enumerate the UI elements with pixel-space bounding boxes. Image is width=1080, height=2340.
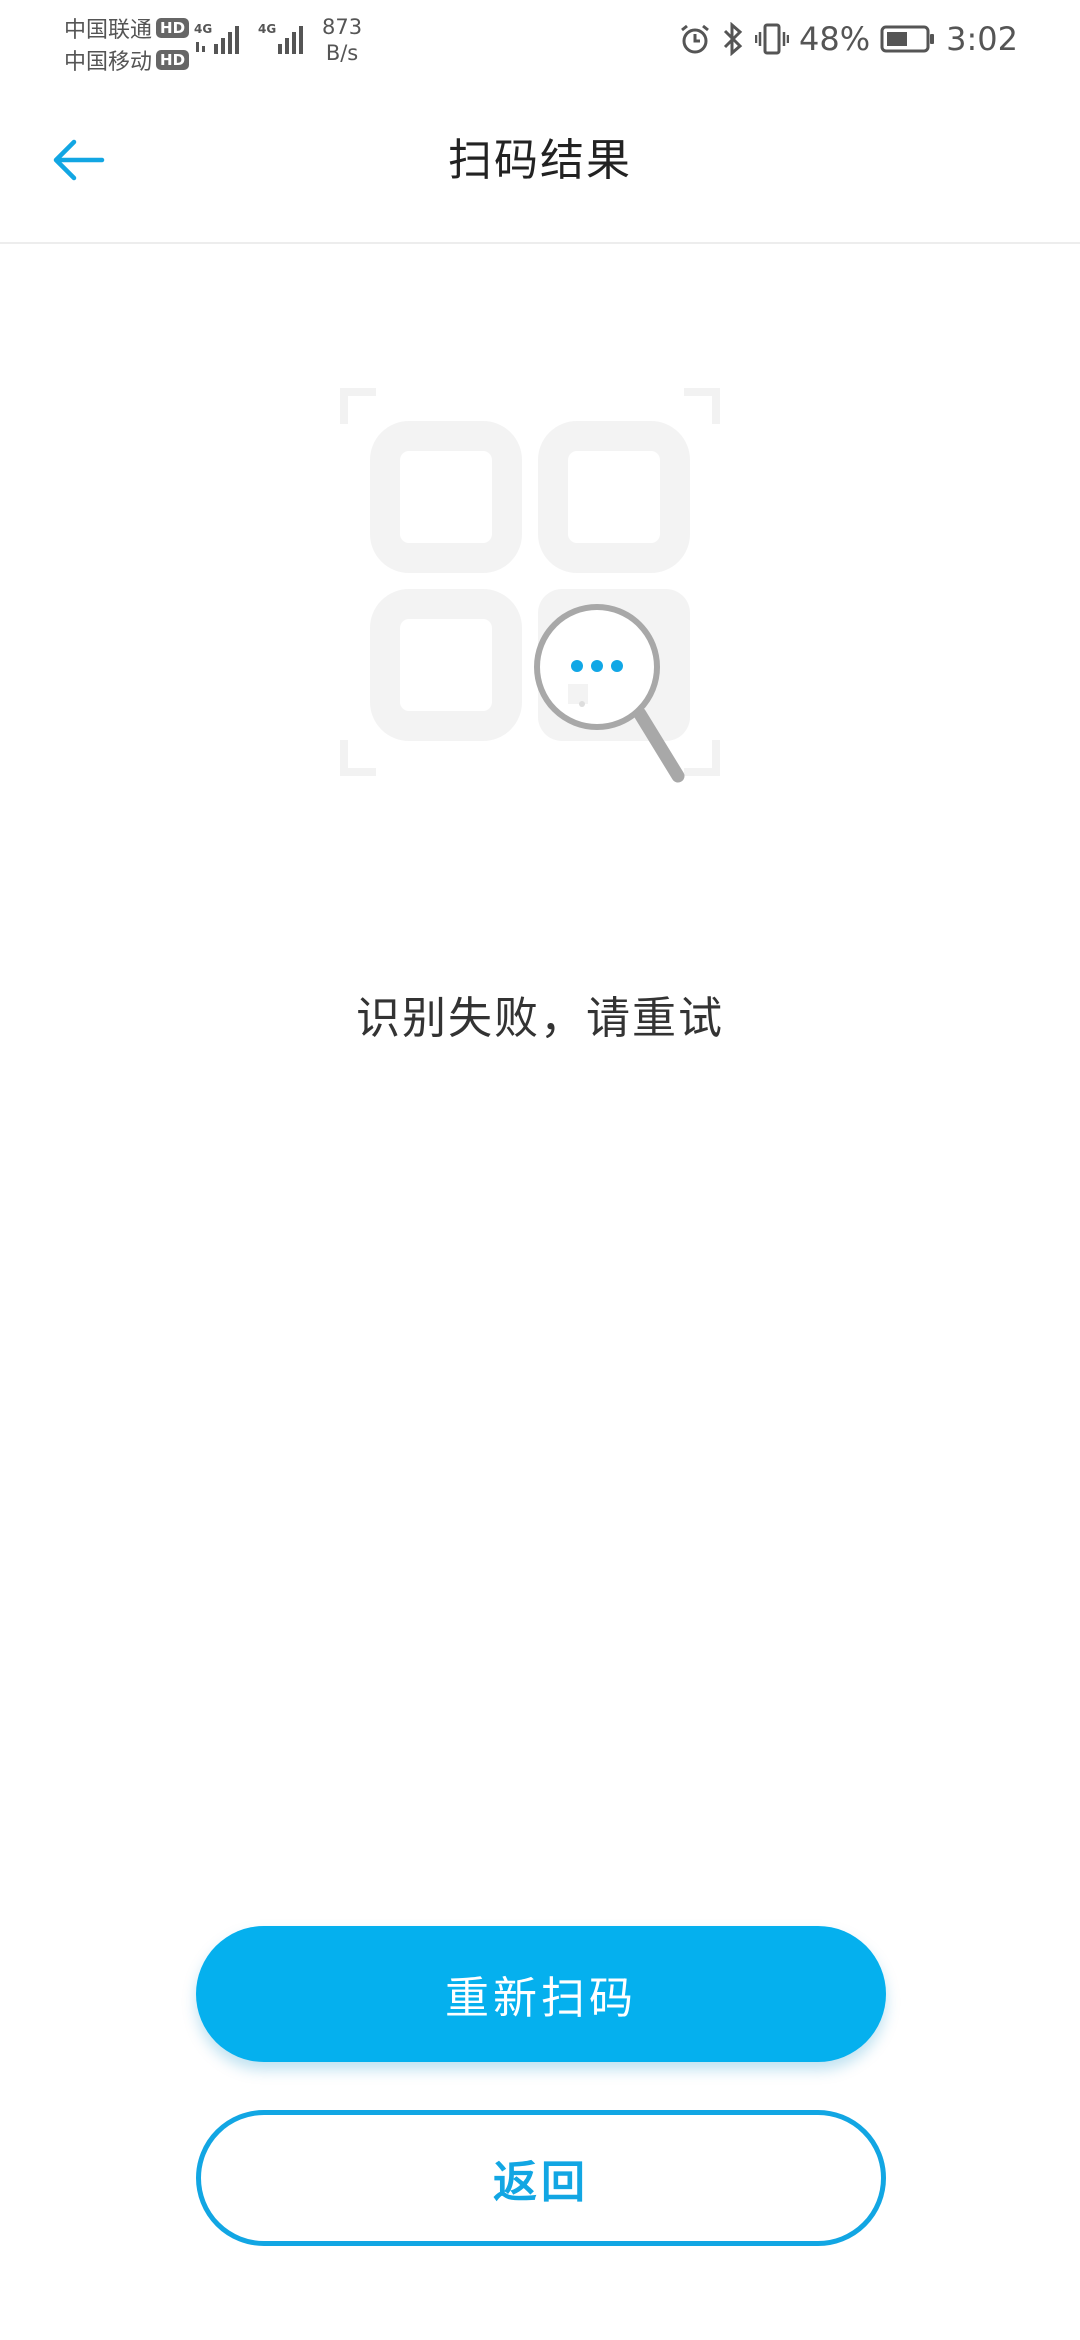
page-title: 扫码结果 <box>448 135 632 186</box>
back-button-label: 返回 <box>493 2157 589 2208</box>
carrier-info: 中国联通 HD 中国移动 HD <box>64 12 190 76</box>
signal-indicators: 4G 4G <box>194 20 308 60</box>
battery-percent: 48% <box>799 20 871 58</box>
system-status: 48% 3:02 <box>679 20 1018 58</box>
qr-code-search-illustration <box>330 384 730 794</box>
qr-code-search-icon <box>340 388 720 783</box>
carrier-1-label: 中国联通 <box>64 18 153 43</box>
net-speed-unit: B/s <box>325 41 359 65</box>
rescan-button-label: 重新扫码 <box>445 1973 637 2024</box>
back-to-previous-button[interactable]: 返回 <box>196 2110 886 2246</box>
svg-text:4G: 4G <box>258 22 276 36</box>
result-message: 识别失败，请重试 <box>356 993 724 1044</box>
hd-badge: HD <box>156 18 190 38</box>
bluetooth-icon <box>721 22 745 56</box>
svg-text:4G: 4G <box>194 22 212 36</box>
status-bar: 中国联通 HD 中国移动 HD 4G 4G 873 B/s 48% 3:02 <box>0 0 1080 80</box>
net-speed-value: 873 <box>322 15 363 39</box>
net-speed: 873 B/s <box>322 14 362 66</box>
signal-strength-icon: 4G <box>194 22 239 54</box>
hd-badge: HD <box>156 50 190 70</box>
rescan-button[interactable]: 重新扫码 <box>196 1926 886 2062</box>
app-header: 扫码结果 <box>0 80 1080 244</box>
signal-strength-icon: 4G <box>258 22 303 54</box>
vibrate-icon <box>755 22 790 56</box>
alarm-icon <box>679 23 711 55</box>
carrier-2-label: 中国移动 <box>64 50 153 75</box>
clock-time: 3:02 <box>946 20 1018 58</box>
battery-icon <box>880 24 936 54</box>
